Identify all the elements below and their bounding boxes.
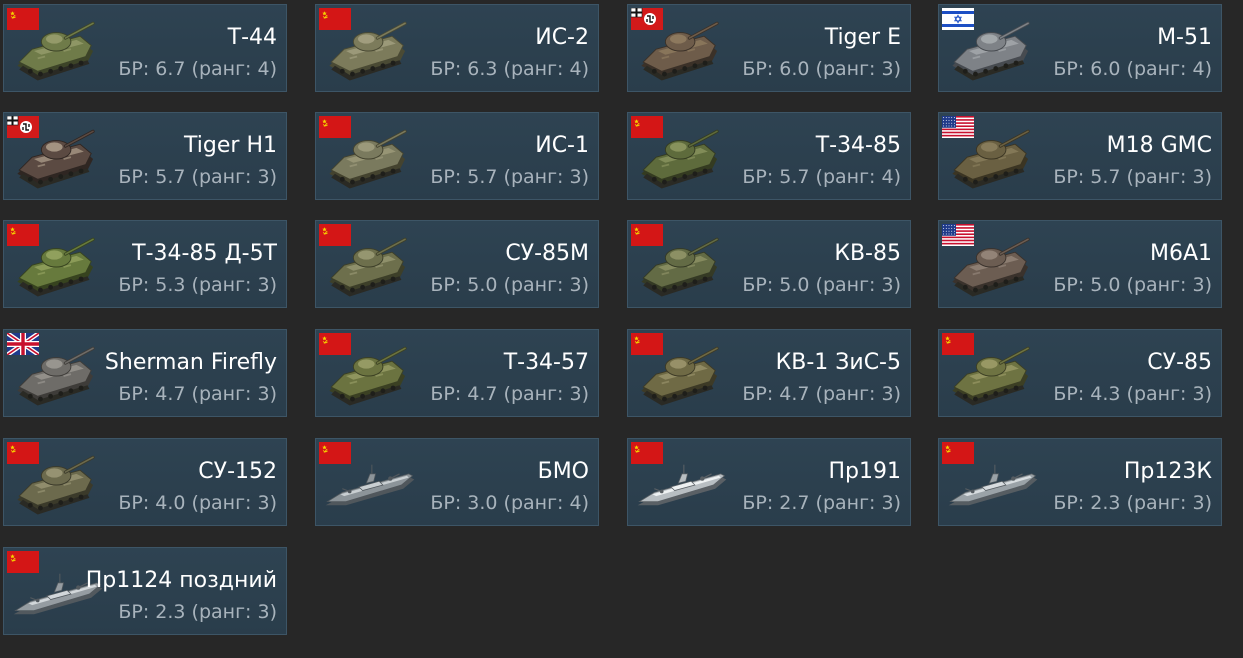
vehicle-name: СУ-152 bbox=[198, 459, 277, 484]
vehicle-br-rank: БР: 5.7 (ранг: 3) bbox=[1053, 166, 1212, 188]
vehicle-grid: Т-44 БР: 6.7 (ранг: 4) ИС-2 БР: 6.3 (ранг:… bbox=[0, 0, 1243, 658]
vehicle-card[interactable]: Т-34-57 БР: 4.7 (ранг: 3) bbox=[315, 329, 599, 417]
ussr-flag-icon bbox=[631, 116, 663, 138]
uk-flag-icon bbox=[7, 333, 39, 355]
vehicle-name: Пр1124 поздний bbox=[85, 568, 277, 593]
vehicle-card[interactable]: КВ-1 ЗиС-5 БР: 4.7 (ранг: 3) bbox=[627, 329, 911, 417]
vehicle-br-rank: БР: 4.7 (ранг: 3) bbox=[742, 383, 901, 405]
vehicle-card[interactable]: Т-44 БР: 6.7 (ранг: 4) bbox=[3, 4, 287, 92]
vehicle-card[interactable]: Sherman Firefly БР: 4.7 (ранг: 3) bbox=[3, 329, 287, 417]
vehicle-name: СУ-85 bbox=[1147, 350, 1212, 375]
vehicle-name: Tiger E bbox=[824, 25, 901, 50]
ussr-flag-icon bbox=[7, 551, 39, 573]
vehicle-card[interactable]: СУ-85М БР: 5.0 (ранг: 3) bbox=[315, 220, 599, 308]
vehicle-br-rank: БР: 3.0 (ранг: 4) bbox=[430, 492, 589, 514]
vehicle-br-rank: БР: 6.0 (ранг: 4) bbox=[1053, 58, 1212, 80]
vehicle-card[interactable]: M18 GMC БР: 5.7 (ранг: 3) bbox=[938, 112, 1222, 200]
vehicle-card[interactable]: Т-34-85 БР: 5.7 (ранг: 4) bbox=[627, 112, 911, 200]
vehicle-br-rank: БР: 2.3 (ранг: 3) bbox=[118, 601, 277, 623]
vehicle-br-rank: БР: 5.0 (ранг: 3) bbox=[1053, 274, 1212, 296]
vehicle-name: ИС-1 bbox=[535, 133, 589, 158]
vehicle-name: СУ-85М bbox=[505, 241, 589, 266]
ussr-flag-icon bbox=[7, 442, 39, 464]
vehicle-name: Т-44 bbox=[227, 25, 277, 50]
vehicle-br-rank: БР: 2.7 (ранг: 3) bbox=[742, 492, 901, 514]
vehicle-card[interactable]: Пр1124 поздний БР: 2.3 (ранг: 3) bbox=[3, 547, 287, 635]
vehicle-card[interactable]: Tiger E БР: 6.0 (ранг: 3) bbox=[627, 4, 911, 92]
vehicle-br-rank: БР: 5.0 (ранг: 3) bbox=[742, 274, 901, 296]
vehicle-name: Т-34-85 bbox=[815, 133, 901, 158]
vehicle-br-rank: БР: 2.3 (ранг: 3) bbox=[1053, 492, 1212, 514]
vehicle-card[interactable]: КВ-85 БР: 5.0 (ранг: 3) bbox=[627, 220, 911, 308]
vehicle-name: БМО bbox=[537, 459, 589, 484]
vehicle-card[interactable]: БМО БР: 3.0 (ранг: 4) bbox=[315, 438, 599, 526]
ussr-flag-icon bbox=[631, 333, 663, 355]
vehicle-card[interactable]: ИС-1 БР: 5.7 (ранг: 3) bbox=[315, 112, 599, 200]
germany-flag-icon bbox=[7, 116, 39, 138]
vehicle-br-rank: БР: 6.3 (ранг: 4) bbox=[430, 58, 589, 80]
vehicle-name: Т-34-57 bbox=[503, 350, 589, 375]
vehicle-name: КВ-1 ЗиС-5 bbox=[775, 350, 901, 375]
vehicle-name: Tiger H1 bbox=[184, 133, 277, 158]
vehicle-br-rank: БР: 6.0 (ранг: 3) bbox=[742, 58, 901, 80]
vehicle-card[interactable]: Т-34-85 Д-5Т БР: 5.3 (ранг: 3) bbox=[3, 220, 287, 308]
vehicle-name: M18 GMC bbox=[1106, 133, 1212, 158]
ussr-flag-icon bbox=[319, 116, 351, 138]
vehicle-card[interactable]: M6A1 БР: 5.0 (ранг: 3) bbox=[938, 220, 1222, 308]
israel-flag-icon bbox=[942, 8, 974, 30]
vehicle-card[interactable]: ИС-2 БР: 6.3 (ранг: 4) bbox=[315, 4, 599, 92]
vehicle-name: Пр123К bbox=[1123, 459, 1212, 484]
vehicle-br-rank: БР: 5.7 (ранг: 3) bbox=[118, 166, 277, 188]
vehicle-br-rank: БР: 5.0 (ранг: 3) bbox=[430, 274, 589, 296]
vehicle-card[interactable]: СУ-85 БР: 4.3 (ранг: 3) bbox=[938, 329, 1222, 417]
vehicle-name: КВ-85 bbox=[834, 241, 901, 266]
ussr-flag-icon bbox=[942, 333, 974, 355]
ussr-flag-icon bbox=[631, 224, 663, 246]
ussr-flag-icon bbox=[319, 8, 351, 30]
germany-flag-icon bbox=[631, 8, 663, 30]
ussr-flag-icon bbox=[7, 8, 39, 30]
vehicle-card[interactable]: СУ-152 БР: 4.0 (ранг: 3) bbox=[3, 438, 287, 526]
vehicle-name: M-51 bbox=[1157, 25, 1212, 50]
ussr-flag-icon bbox=[319, 442, 351, 464]
vehicle-card[interactable]: M-51 БР: 6.0 (ранг: 4) bbox=[938, 4, 1222, 92]
vehicle-br-rank: БР: 4.7 (ранг: 3) bbox=[118, 383, 277, 405]
vehicle-card[interactable]: Пр191 БР: 2.7 (ранг: 3) bbox=[627, 438, 911, 526]
vehicle-br-rank: БР: 4.0 (ранг: 3) bbox=[118, 492, 277, 514]
ussr-flag-icon bbox=[7, 224, 39, 246]
vehicle-name: Sherman Firefly bbox=[104, 350, 277, 375]
ussr-flag-icon bbox=[319, 224, 351, 246]
vehicle-br-rank: БР: 5.3 (ранг: 3) bbox=[118, 274, 277, 296]
usa-flag-icon bbox=[942, 116, 974, 138]
vehicle-br-rank: БР: 5.7 (ранг: 4) bbox=[742, 166, 901, 188]
ussr-flag-icon bbox=[319, 333, 351, 355]
ussr-flag-icon bbox=[631, 442, 663, 464]
ussr-flag-icon bbox=[942, 442, 974, 464]
vehicle-name: Пр191 bbox=[828, 459, 902, 484]
vehicle-br-rank: БР: 5.7 (ранг: 3) bbox=[430, 166, 589, 188]
vehicle-br-rank: БР: 4.3 (ранг: 3) bbox=[1053, 383, 1212, 405]
vehicle-br-rank: БР: 4.7 (ранг: 3) bbox=[430, 383, 589, 405]
vehicle-name: ИС-2 bbox=[535, 25, 589, 50]
vehicle-card[interactable]: Пр123К БР: 2.3 (ранг: 3) bbox=[938, 438, 1222, 526]
vehicle-card[interactable]: Tiger H1 БР: 5.7 (ранг: 3) bbox=[3, 112, 287, 200]
vehicle-name: M6A1 bbox=[1149, 241, 1212, 266]
usa-flag-icon bbox=[942, 224, 974, 246]
vehicle-br-rank: БР: 6.7 (ранг: 4) bbox=[118, 58, 277, 80]
vehicle-name: Т-34-85 Д-5Т bbox=[132, 241, 277, 266]
